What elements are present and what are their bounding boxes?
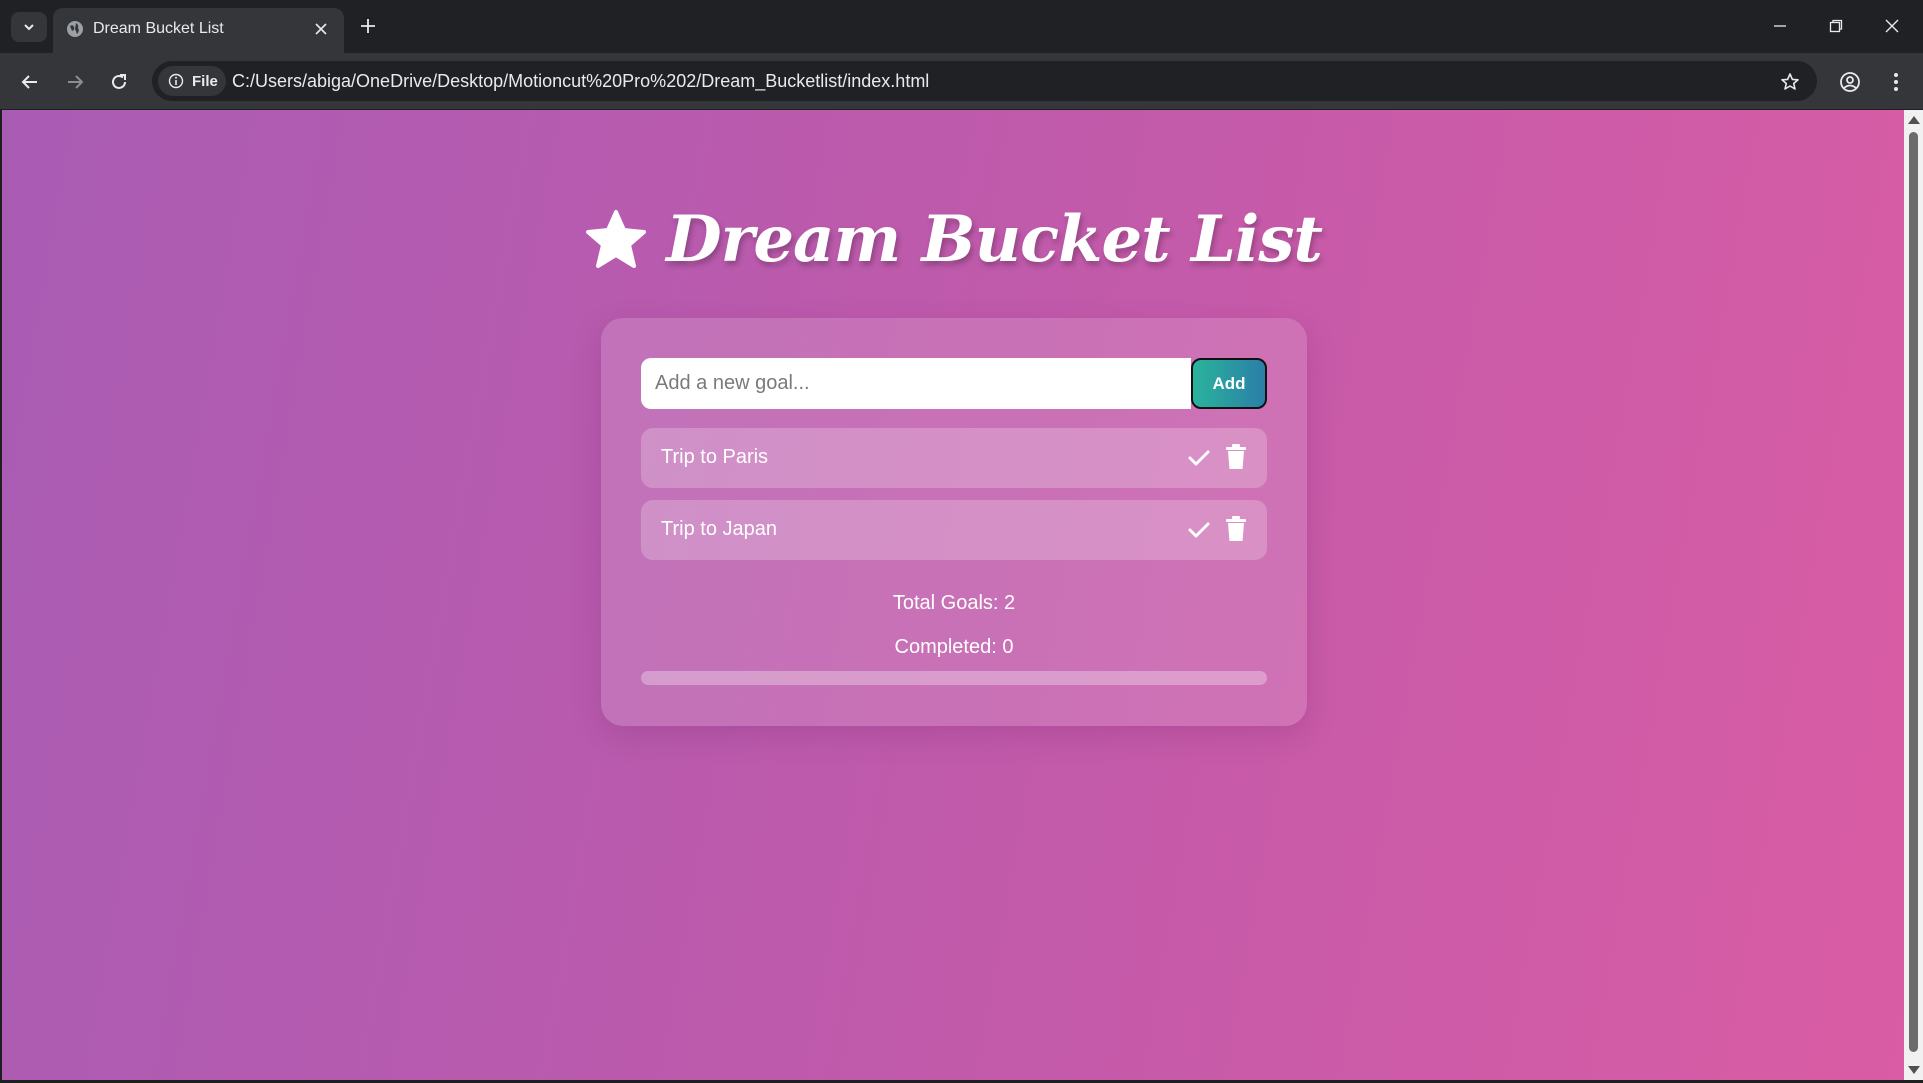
check-icon[interactable] bbox=[1187, 446, 1211, 470]
restore-icon bbox=[1829, 19, 1843, 33]
goal-item: Trip to Japan bbox=[641, 500, 1267, 560]
total-goals-text: Total Goals: 2 bbox=[892, 592, 1016, 614]
tab-strip: Dream Bucket List bbox=[0, 0, 1923, 53]
profile-button[interactable] bbox=[1835, 67, 1865, 97]
browser-window: Dream Bucket List File C:/Users/abiga/On… bbox=[0, 0, 1923, 1083]
close-icon bbox=[315, 23, 327, 35]
goal-label: Trip to Japan bbox=[661, 518, 777, 540]
star-icon bbox=[586, 209, 647, 268]
close-window-button[interactable] bbox=[1876, 12, 1908, 40]
arrow-right-icon bbox=[68, 75, 84, 89]
forward-button[interactable] bbox=[60, 67, 90, 97]
add-goal-row: Add bbox=[641, 358, 1267, 409]
globe-icon bbox=[67, 21, 83, 37]
plus-icon bbox=[361, 19, 375, 33]
url-text: C:/Users/abiga/OneDrive/Desktop/Motioncu… bbox=[232, 71, 930, 91]
tab-close-button[interactable] bbox=[310, 18, 332, 40]
completed-goals-text: Completed: 0 bbox=[894, 636, 1014, 658]
browser-toolbar: File C:/Users/abiga/OneDrive/Desktop/Mot… bbox=[0, 53, 1923, 109]
reload-button[interactable] bbox=[104, 67, 134, 97]
more-vertical-icon bbox=[1894, 73, 1898, 91]
goal-label: Trip to Paris bbox=[661, 446, 769, 468]
trash-icon[interactable] bbox=[1225, 516, 1247, 542]
goal-item: Trip to Paris bbox=[641, 428, 1267, 488]
minimize-icon bbox=[1774, 25, 1786, 27]
vertical-scrollbar[interactable] bbox=[1904, 110, 1923, 1080]
reload-icon bbox=[112, 74, 126, 89]
chevron-down-icon bbox=[24, 24, 34, 31]
address-bar[interactable]: File C:/Users/abiga/OneDrive/Desktop/Mot… bbox=[152, 61, 1817, 101]
tab-title: Dream Bucket List bbox=[93, 20, 224, 37]
tab-search-button[interactable] bbox=[11, 12, 47, 42]
tab-dream-bucket-list[interactable]: Dream Bucket List bbox=[53, 8, 344, 53]
app-header: Dream Bucket List bbox=[2, 202, 1904, 277]
site-info-label: File bbox=[192, 72, 218, 90]
bucket-list-card: Add Trip to Paris Trip to Japan Total Go… bbox=[601, 318, 1307, 726]
page-viewport: Dream Bucket List Add Trip to Paris Trip… bbox=[2, 110, 1904, 1080]
back-button[interactable] bbox=[15, 67, 45, 97]
add-goal-button[interactable]: Add bbox=[1191, 358, 1267, 409]
new-tab-button[interactable] bbox=[356, 14, 380, 38]
scroll-up-arrow[interactable] bbox=[1908, 116, 1920, 124]
trash-icon[interactable] bbox=[1225, 444, 1247, 470]
scroll-thumb[interactable] bbox=[1909, 132, 1918, 1052]
profile-icon bbox=[1840, 72, 1860, 92]
bookmark-button[interactable] bbox=[1777, 69, 1803, 95]
close-icon bbox=[1885, 19, 1899, 33]
menu-button[interactable] bbox=[1881, 67, 1911, 97]
arrow-left-icon bbox=[21, 75, 37, 89]
restore-button[interactable] bbox=[1820, 12, 1852, 40]
info-icon bbox=[168, 73, 184, 89]
page-title: Dream Bucket List bbox=[666, 202, 1323, 277]
check-icon[interactable] bbox=[1187, 518, 1211, 542]
site-info-button[interactable]: File bbox=[158, 66, 226, 96]
minimize-button[interactable] bbox=[1764, 12, 1796, 40]
scroll-down-arrow[interactable] bbox=[1908, 1066, 1920, 1074]
progress-bar bbox=[641, 671, 1267, 685]
star-outline-icon bbox=[1781, 73, 1799, 90]
goal-input[interactable] bbox=[641, 358, 1191, 409]
